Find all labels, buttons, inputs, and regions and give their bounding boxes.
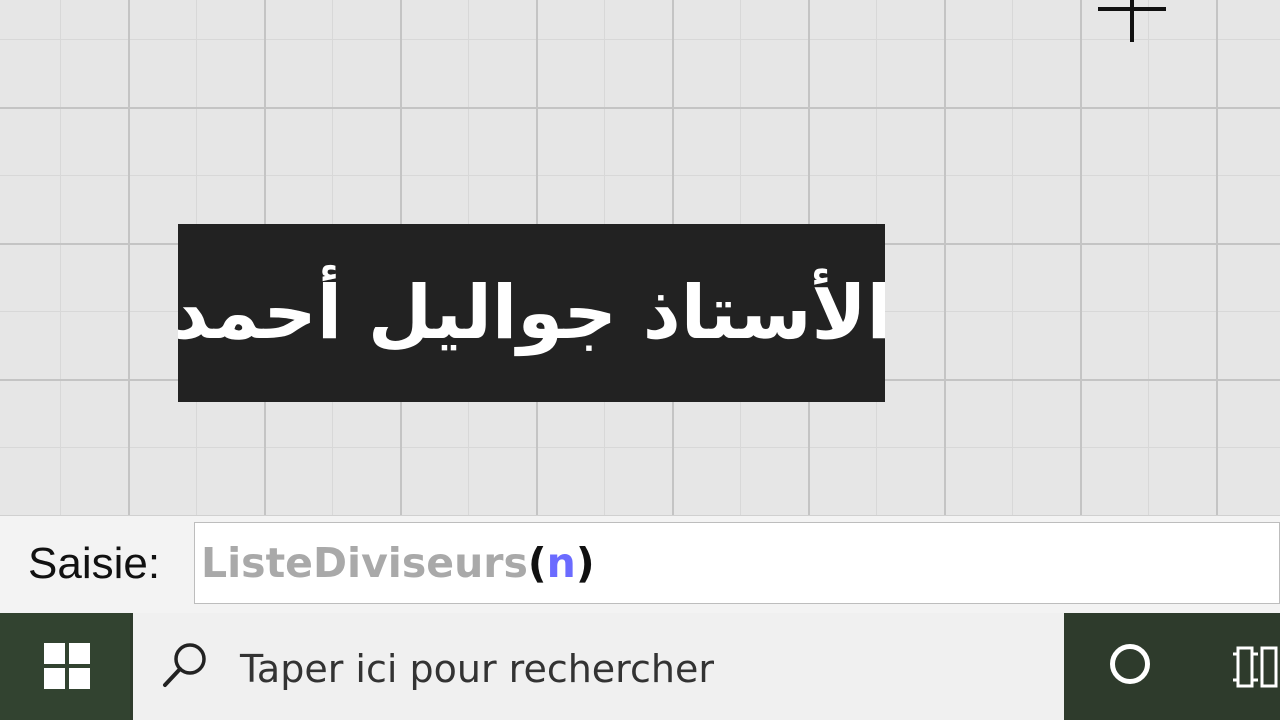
input-field[interactable]: ListeDiviseurs(n) — [194, 522, 1280, 604]
input-label: Saisie: — [28, 539, 161, 588]
task-view-button[interactable] — [1230, 640, 1280, 694]
close-paren: ) — [575, 539, 595, 587]
cortana-icon — [1110, 644, 1150, 684]
command-argument: n — [546, 539, 576, 587]
name-text-label[interactable]: الأستاذ جواليل أحمد — [178, 224, 885, 402]
open-paren: ( — [527, 539, 547, 587]
task-view-icon — [1233, 646, 1278, 688]
search-placeholder: Taper ici pour rechercher — [240, 647, 714, 691]
windows-start-icon — [44, 643, 90, 689]
search-icon — [163, 643, 206, 687]
command-name: ListeDiviseurs — [201, 539, 528, 587]
crosshair-cursor-icon — [1098, 0, 1168, 42]
